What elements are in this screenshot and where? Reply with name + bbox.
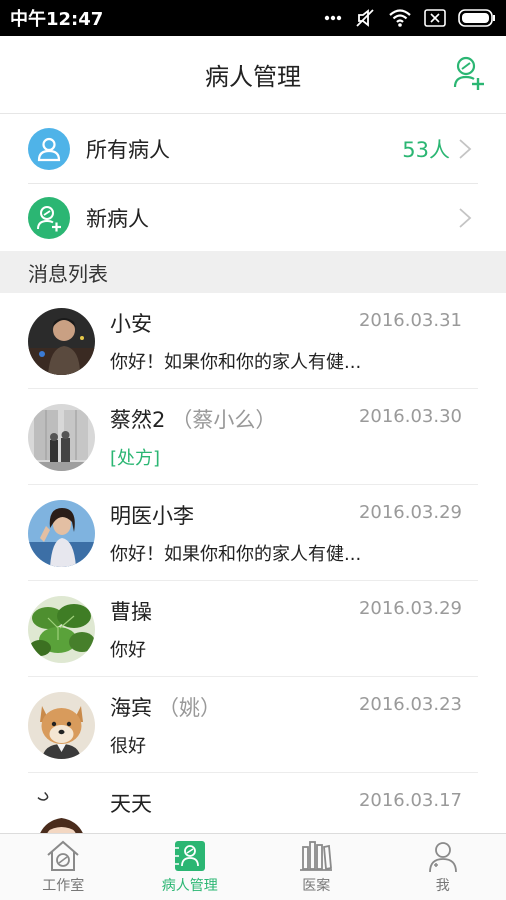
tab-label: 我: [435, 878, 450, 894]
battery-icon: [458, 9, 496, 27]
chevron-right-icon: [458, 207, 472, 229]
message-body: 明医小李 2016.03.29 你好！如果你和你的家人有健...: [110, 500, 506, 567]
contact-name: 明医小李: [110, 503, 194, 528]
list-item[interactable]: 明医小李 2016.03.29 你好！如果你和你的家人有健...: [0, 485, 506, 581]
tab-label: 病人管理: [161, 878, 218, 894]
tab-medical-records[interactable]: 医案: [253, 834, 380, 900]
message-date: 2016.03.23: [358, 693, 462, 715]
mute-icon: [354, 7, 376, 29]
patient-count: 53人: [402, 138, 450, 162]
chevron-right-icon: [458, 138, 472, 160]
message-preview: 你好！如果你和你的家人有健...: [110, 351, 362, 373]
no-sim-icon: [424, 9, 446, 27]
message-date: 2016.03.29: [358, 597, 462, 619]
app-header: 病人管理: [0, 36, 506, 114]
list-item[interactable]: 曹操 2016.03.29 你好: [0, 581, 506, 677]
message-date: 2016.03.17: [358, 789, 462, 811]
list-item[interactable]: 小安 2016.03.31 你好！如果你和你的家人有健...: [0, 293, 506, 389]
status-bar: 中午12:47: [0, 0, 506, 36]
message-body: 天天 2016.03.17: [110, 788, 506, 834]
message-body: 曹操 2016.03.29 你好: [110, 596, 506, 663]
tab-label: 工作室: [42, 878, 85, 894]
message-date: 2016.03.31: [358, 309, 462, 331]
avatar: [28, 307, 95, 375]
more-dots-icon: [324, 15, 342, 21]
contact-name: 海宾 （姚）: [110, 695, 221, 720]
medical-records-icon: [298, 839, 334, 873]
list-item[interactable]: 天天 2016.03.17: [0, 773, 506, 833]
contact-name: 蔡然2 （蔡小么）: [110, 407, 277, 432]
tab-patient-management[interactable]: 病人管理: [127, 834, 254, 900]
tab-me[interactable]: 我: [380, 834, 506, 900]
new-patients-row[interactable]: 新病人: [0, 184, 506, 252]
avatar: [28, 403, 95, 471]
avatar: [28, 595, 95, 663]
list-item[interactable]: 海宾 （姚） 2016.03.23 很好: [0, 677, 506, 773]
tab-studio[interactable]: 工作室: [0, 834, 127, 900]
message-body: 蔡然2 （蔡小么） 2016.03.30 [处方]: [110, 404, 506, 471]
tab-label: 医案: [302, 878, 331, 894]
status-icons: [324, 7, 496, 29]
avatar: [28, 691, 95, 759]
patient-management-icon: [172, 839, 208, 873]
contact-name: 曹操: [110, 599, 152, 624]
profile-icon: [425, 839, 461, 873]
all-patients-icon: [28, 128, 70, 170]
page-title: 病人管理: [205, 63, 301, 91]
all-patients-row[interactable]: 所有病人 53人: [0, 115, 506, 183]
message-list-header: 消息列表: [0, 251, 506, 293]
add-patient-icon: [453, 56, 485, 94]
add-patient-button[interactable]: [452, 56, 486, 94]
contact-name: 小安: [110, 311, 152, 336]
message-body: 小安 2016.03.31 你好！如果你和你的家人有健...: [110, 308, 506, 375]
message-date: 2016.03.29: [358, 501, 462, 523]
studio-icon: [45, 839, 81, 873]
new-patients-label: 新病人: [86, 207, 149, 231]
all-patients-label: 所有病人: [86, 138, 170, 162]
new-patient-icon: [28, 197, 70, 239]
contact-name: 天天: [110, 791, 152, 816]
message-body: 海宾 （姚） 2016.03.23 很好: [110, 692, 506, 759]
message-date: 2016.03.30: [358, 405, 462, 427]
message-preview: [处方]: [110, 447, 161, 469]
message-preview: 你好！如果你和你的家人有健...: [110, 543, 362, 565]
message-preview: 你好: [110, 639, 146, 661]
bottom-tab-bar: 工作室 病人管理 医案 我: [0, 833, 506, 900]
avatar: [28, 499, 95, 567]
wifi-icon: [388, 8, 412, 28]
message-list[interactable]: 小安 2016.03.31 你好！如果你和你的家人有健... 蔡然2 （蔡小么） …: [0, 293, 506, 833]
list-item[interactable]: 蔡然2 （蔡小么） 2016.03.30 [处方]: [0, 389, 506, 485]
avatar: [28, 787, 95, 833]
status-time: 中午12:47: [10, 9, 104, 30]
message-preview: 很好: [110, 735, 146, 757]
